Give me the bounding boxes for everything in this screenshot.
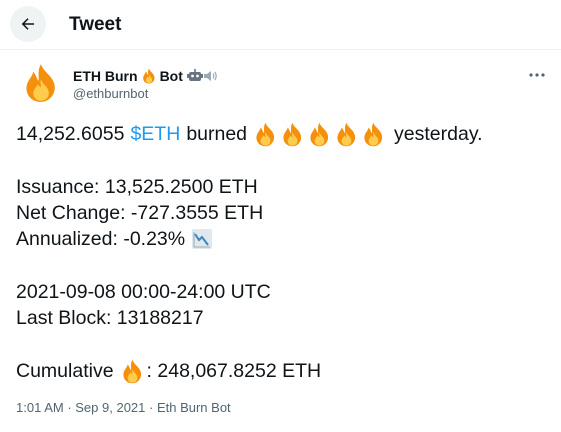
separator: ·: [145, 400, 157, 415]
burn-verb: burned: [186, 123, 248, 145]
more-horizontal-icon: [529, 73, 545, 77]
more-options-button[interactable]: [526, 65, 548, 85]
cumulative-value: : 248,067.8252 ETH: [146, 360, 322, 382]
back-button[interactable]: [10, 6, 46, 42]
separator: ·: [63, 400, 76, 415]
author-name-prefix: ETH Burn: [73, 68, 138, 84]
robot-icon: [186, 69, 203, 81]
fire-icon: [141, 68, 157, 84]
fire-icon: [253, 122, 278, 147]
cumulative-label: Cumulative: [16, 360, 114, 382]
avatar[interactable]: [18, 60, 64, 106]
fire-icon: [334, 122, 359, 147]
annualized-line: Annualized: -0.23%: [16, 226, 551, 252]
annualized-text: Annualized: -0.23%: [16, 228, 186, 250]
fire-emoji-row: [253, 122, 388, 147]
tweet-text: 14,252.6055 $ETH burned yesterday. Issua…: [16, 121, 551, 384]
author-name-suffix: Bot: [159, 68, 183, 84]
fire-icon: [120, 359, 145, 384]
burn-amount: 14,252.6055: [16, 123, 125, 145]
tweet-time[interactable]: 1:01 AM: [16, 400, 64, 415]
fire-icon: [307, 122, 332, 147]
last-block-line: Last Block: 13188217: [16, 307, 204, 329]
arrow-left-icon: [21, 18, 34, 30]
net-change-line: Net Change: -727.3555 ETH: [16, 202, 264, 224]
tweet-source[interactable]: Eth Burn Bot: [157, 400, 231, 415]
bot-badges: [186, 69, 217, 83]
tweet-date[interactable]: Sep 9, 2021: [75, 400, 145, 415]
cumulative-line: Cumulative : 248,067.8252 ETH: [16, 358, 551, 384]
burn-period: yesterday.: [394, 123, 483, 145]
fire-icon: [21, 62, 61, 104]
author-handle[interactable]: @ethburnbot: [73, 86, 148, 102]
page-title: Tweet: [69, 14, 122, 35]
issuance-line: Issuance: 13,525.2500 ETH: [16, 176, 258, 198]
date-range-line: 2021-09-08 00:00-24:00 UTC: [16, 281, 271, 303]
author-name[interactable]: ETH Burn Bot: [73, 67, 217, 85]
tweet-metadata: 1:01 AM · Sep 9, 2021 · Eth Burn Bot: [16, 400, 231, 416]
fire-icon: [280, 122, 305, 147]
tweet-header: Tweet: [0, 0, 561, 50]
eth-cashtag-link[interactable]: $ETH: [130, 121, 180, 147]
speaker-icon: [203, 71, 217, 81]
chart-decreasing-icon: [192, 229, 213, 249]
burn-summary-line: 14,252.6055 $ETH burned yesterday.: [16, 121, 551, 147]
fire-icon: [361, 122, 386, 147]
